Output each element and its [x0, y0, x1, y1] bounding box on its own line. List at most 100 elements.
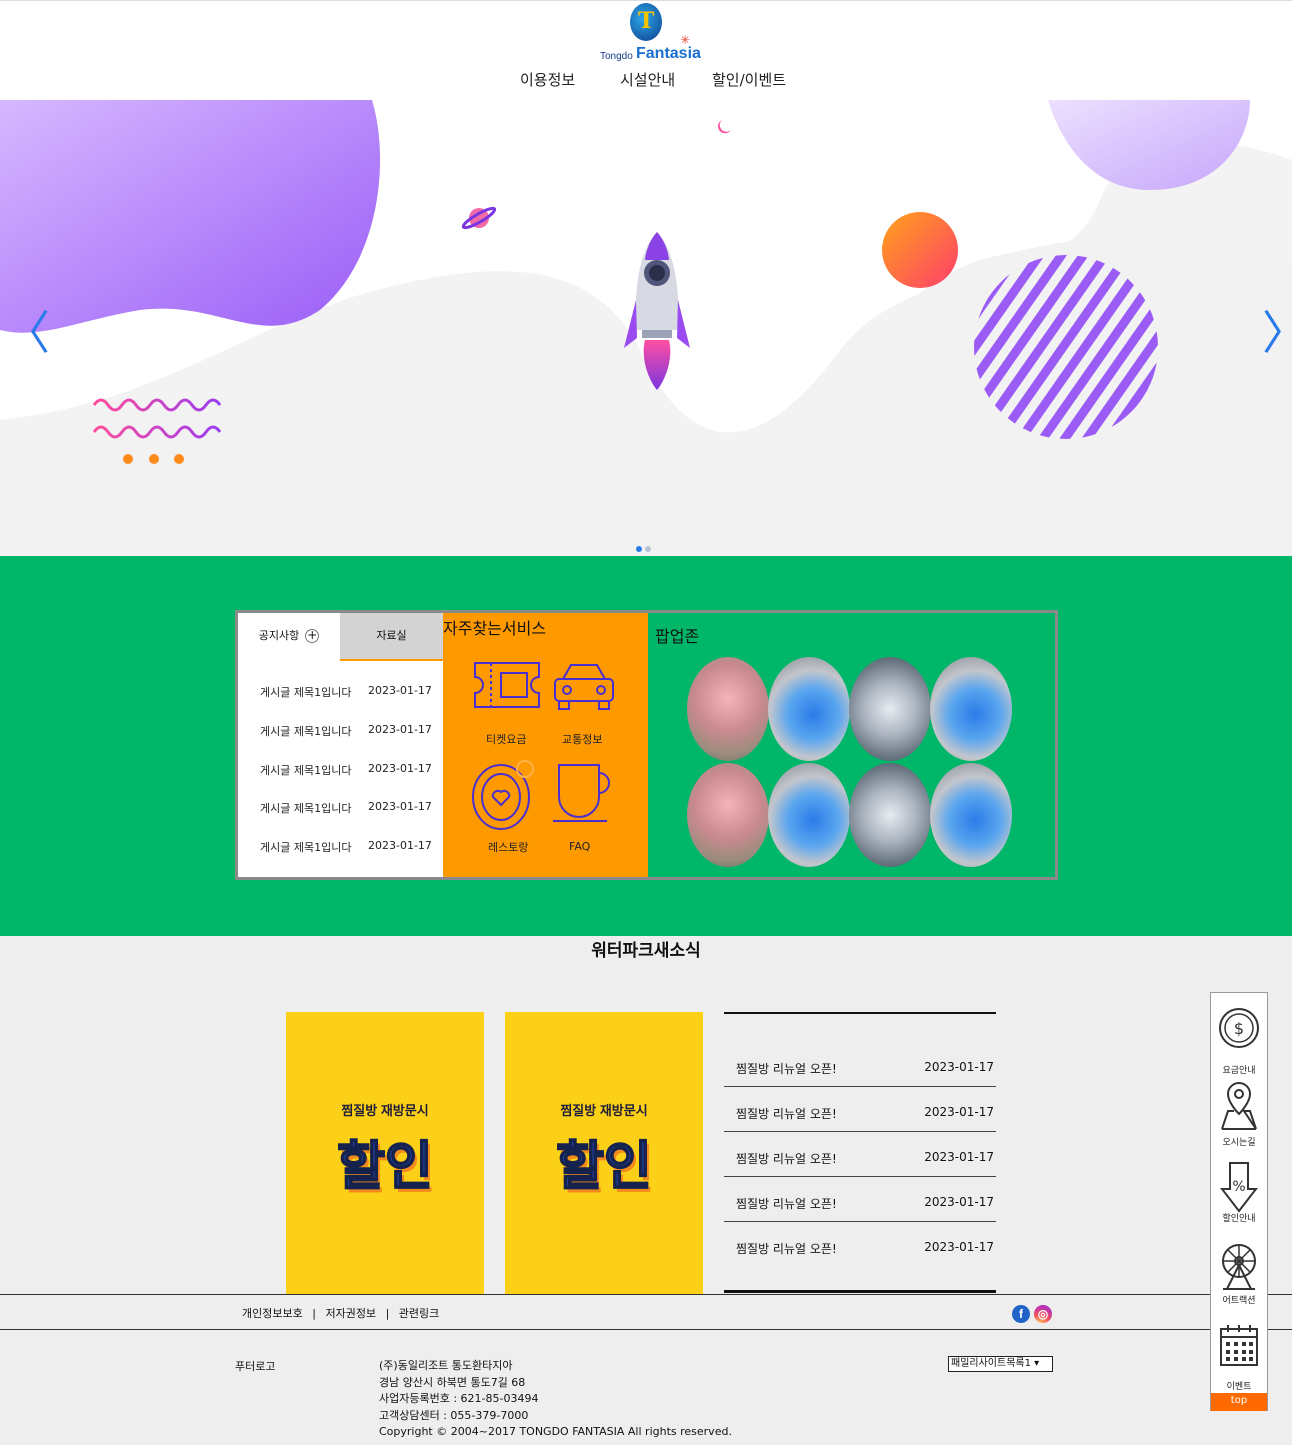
- family-site-select[interactable]: 패밀리사이트목록1 ▾: [948, 1356, 1053, 1372]
- footer-links: 개인정보보호 | 저자권정보 | 관련링크: [242, 1305, 445, 1321]
- news-list: 찜질방 리뉴얼 오픈! 2023-01-17 찜질방 리뉴얼 오픈! 2023-…: [724, 1012, 996, 1294]
- quick-menu: $ 요금안내 오시는길 % 할인안내 어트랙션 이벤트 top: [1210, 992, 1268, 1411]
- popup-image[interactable]: [687, 657, 769, 761]
- popup-image[interactable]: [849, 763, 931, 867]
- news-title: 워터파크새소식: [591, 941, 701, 961]
- footer-link-copyright[interactable]: 저자권정보: [325, 1307, 376, 1320]
- quick-item-discount[interactable]: % 할인안내: [1211, 1157, 1267, 1237]
- more-plus-icon[interactable]: +: [305, 629, 320, 643]
- tab-archive-label: 자료실: [376, 629, 407, 642]
- popup-image[interactable]: [930, 763, 1012, 867]
- scroll-top-button[interactable]: top: [1211, 1393, 1267, 1411]
- car-icon[interactable]: [549, 657, 619, 719]
- news-row[interactable]: 찜질방 리뉴얼 오픈! 2023-01-17: [724, 1087, 996, 1132]
- nav-item-facilities[interactable]: 시설안내: [620, 69, 675, 90]
- footer-link-separator: |: [385, 1307, 390, 1320]
- notice-date: 2023-01-17: [368, 723, 432, 736]
- waterpark-news-section: 워터파크새소식 찜질방 재방문시 할인 찜질방 재방문시 할인 찜질방 리뉴얼 …: [0, 936, 1292, 1294]
- facebook-icon[interactable]: f: [1012, 1305, 1030, 1323]
- services-title: 자주찾는서비스: [443, 619, 547, 638]
- discount-banner[interactable]: 찜질방 재방문시 할인: [505, 1012, 703, 1294]
- popup-image[interactable]: [849, 657, 931, 761]
- svg-text:%: %: [1232, 1179, 1245, 1195]
- slider-pagination: [636, 537, 654, 556]
- news-list-bottom-rule: [724, 1290, 996, 1293]
- news-row-title: 찜질방 리뉴얼 오픈!: [736, 1152, 837, 1166]
- logo-text-small: Tongdo: [600, 51, 633, 62]
- dollar-coin-icon: $: [1219, 1008, 1259, 1048]
- quick-label: 요금안내: [1222, 1066, 1256, 1076]
- notice-row[interactable]: 게시글 제목1입니다 2023-01-17: [260, 723, 432, 739]
- quick-item-attraction[interactable]: 어트랙션: [1211, 1237, 1267, 1317]
- notice-title: 게시글 제목1입니다: [260, 764, 352, 777]
- news-row[interactable]: 찜질방 리뉴얼 오픈! 2023-01-17: [724, 1177, 996, 1222]
- news-row-title: 찜질방 리뉴얼 오픈!: [736, 1197, 837, 1211]
- tab-archive[interactable]: 자료실: [340, 613, 443, 659]
- notice-date: 2023-01-17: [368, 839, 432, 852]
- banner-subtitle: 찜질방 재방문시: [341, 1103, 429, 1118]
- notice-row[interactable]: 게시글 제목1입니다 2023-01-17: [260, 800, 432, 816]
- instagram-icon[interactable]: ◎: [1034, 1305, 1052, 1323]
- notice-title: 게시글 제목1입니다: [260, 802, 352, 815]
- slider-next-icon[interactable]: 〉: [1262, 310, 1292, 356]
- slider-prev-icon[interactable]: 〈: [4, 310, 50, 356]
- footer-company-info: (주)동일리조트 통도환타지아 경남 양산시 하북면 통도7길 68 사업자등록…: [379, 1358, 732, 1441]
- service-label-restaurant[interactable]: 레스토랑: [488, 839, 528, 855]
- news-row[interactable]: 찜질방 리뉴얼 오픈! 2023-01-17: [724, 1042, 996, 1087]
- slider-dot-active[interactable]: [636, 546, 642, 552]
- site-header: Tongdo Fantasia ✳ 이용정보 시설안내 할인/이벤트: [0, 0, 1292, 100]
- news-row-title: 찜질방 리뉴얼 오픈!: [736, 1107, 837, 1121]
- notice-title: 게시글 제목1입니다: [260, 686, 352, 699]
- news-row-date: 2023-01-17: [924, 1105, 994, 1119]
- percent-arrow-icon: %: [1220, 1162, 1258, 1213]
- plate-icon[interactable]: [471, 759, 537, 831]
- slider-dot[interactable]: [645, 546, 651, 552]
- quick-label: 어트랙션: [1222, 1296, 1256, 1306]
- service-section: 공지사항 + 자료실 게시글 제목1입니다 2023-01-17 게시글 제목1입…: [0, 556, 1292, 936]
- nav-item-discount-event[interactable]: 할인/이벤트: [712, 69, 786, 90]
- cup-icon[interactable]: [551, 759, 617, 825]
- quick-label: 할인안내: [1222, 1214, 1256, 1224]
- tab-notice-label: 공지사항: [258, 629, 300, 642]
- logo-sparkle-icon: ✳: [680, 33, 691, 47]
- notice-title: 게시글 제목1입니다: [260, 841, 352, 854]
- notice-board: 공지사항 + 자료실 게시글 제목1입니다 2023-01-17 게시글 제목1입…: [238, 613, 443, 877]
- ticket-icon[interactable]: [471, 657, 543, 713]
- news-row-date: 2023-01-17: [924, 1195, 994, 1209]
- footer-link-related[interactable]: 관련링크: [399, 1307, 439, 1320]
- notice-row[interactable]: 게시글 제목1입니다 2023-01-17: [260, 839, 432, 855]
- notice-row[interactable]: 게시글 제목1입니다 2023-01-17: [260, 762, 432, 778]
- notice-date: 2023-01-17: [368, 762, 432, 775]
- news-row-title: 찜질방 리뉴얼 오픈!: [736, 1242, 837, 1256]
- discount-banner[interactable]: 찜질방 재방문시 할인: [286, 1012, 484, 1294]
- service-label-ticket[interactable]: 티켓요금: [486, 731, 526, 747]
- service-panel: 공지사항 + 자료실 게시글 제목1입니다 2023-01-17 게시글 제목1입…: [235, 610, 1058, 880]
- footer-address: 경남 양산시 하북면 통도7길 68: [379, 1375, 526, 1389]
- popup-image[interactable]: [687, 763, 769, 867]
- tab-notice[interactable]: 공지사항 +: [238, 613, 340, 659]
- nav-item-info[interactable]: 이용정보: [520, 69, 575, 90]
- quick-item-event[interactable]: 이벤트: [1211, 1317, 1267, 1395]
- notice-date: 2023-01-17: [368, 800, 432, 813]
- popup-image[interactable]: [768, 763, 850, 867]
- notice-row[interactable]: 게시글 제목1입니다 2023-01-17: [260, 684, 432, 700]
- news-row[interactable]: 찜질방 리뉴얼 오픈! 2023-01-17: [724, 1222, 996, 1267]
- news-row-title: 찜질방 리뉴얼 오픈!: [736, 1062, 837, 1076]
- quick-item-directions[interactable]: 오시는길: [1211, 1079, 1267, 1157]
- site-logo[interactable]: Tongdo Fantasia ✳: [596, 3, 701, 65]
- popup-title: 팝업존: [655, 627, 700, 646]
- hero-slider: 〈 〉: [0, 100, 1292, 556]
- footer-contact: 고객상담센터 : 055-379-7000: [379, 1408, 529, 1422]
- news-row-date: 2023-01-17: [924, 1060, 994, 1074]
- popup-zone: 팝업존: [648, 613, 1055, 877]
- news-row[interactable]: 찜질방 리뉴얼 오픈! 2023-01-17: [724, 1132, 996, 1177]
- quick-item-fee[interactable]: $ 요금안내: [1211, 1001, 1267, 1079]
- popup-image[interactable]: [768, 657, 850, 761]
- popup-image[interactable]: [930, 657, 1012, 761]
- svg-text:$: $: [1234, 1019, 1244, 1038]
- service-label-faq[interactable]: FAQ: [569, 840, 590, 853]
- service-label-traffic[interactable]: 교통정보: [562, 731, 602, 747]
- hero-illustration: [0, 100, 1292, 556]
- footer-link-privacy[interactable]: 개인정보보호: [242, 1307, 303, 1320]
- footer-link-separator: |: [312, 1307, 316, 1320]
